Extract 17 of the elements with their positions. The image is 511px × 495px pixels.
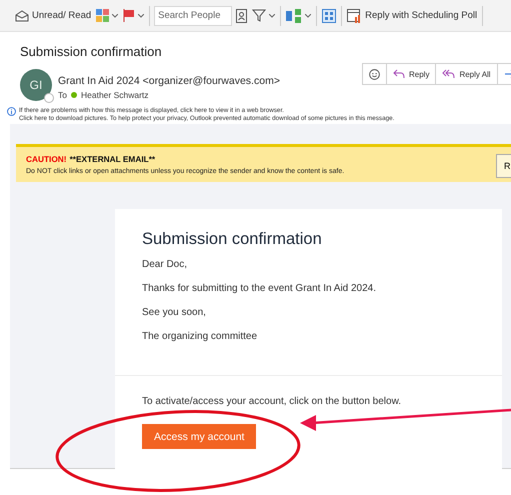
email-paragraph: The organizing committee [142, 330, 258, 344]
banner-button[interactable]: R [496, 154, 511, 178]
message-subject: Submission confirmation [20, 44, 163, 59]
external-email-tag: **EXTERNAL EMAIL** [70, 154, 156, 164]
email-paragraph: See you soon, [142, 306, 207, 320]
caution-title: CAUTION! [26, 154, 67, 164]
sender-name: Grant In Aid 2024 <organizer@fourwaves.com> [58, 75, 280, 87]
email-paragraph: Thanks for submitting to the event Grant In Aid 2024. [142, 282, 378, 296]
cta-text: To activate/access your account, click on the button below. [142, 396, 402, 407]
email-paragraph: Dear Doc, [142, 258, 188, 272]
recipient-name[interactable]: Heather Schwartz [80, 90, 149, 100]
search-people-field[interactable]: Search People [154, 6, 232, 26]
to-label: To [58, 90, 67, 100]
email-heading: Submission confirmation [142, 230, 323, 249]
unread-read-button[interactable]: Unread/ Read [14, 8, 92, 22]
scheduling-poll-button[interactable]: Reply with Scheduling Poll [346, 7, 478, 24]
sender-avatar: GI [20, 69, 52, 101]
